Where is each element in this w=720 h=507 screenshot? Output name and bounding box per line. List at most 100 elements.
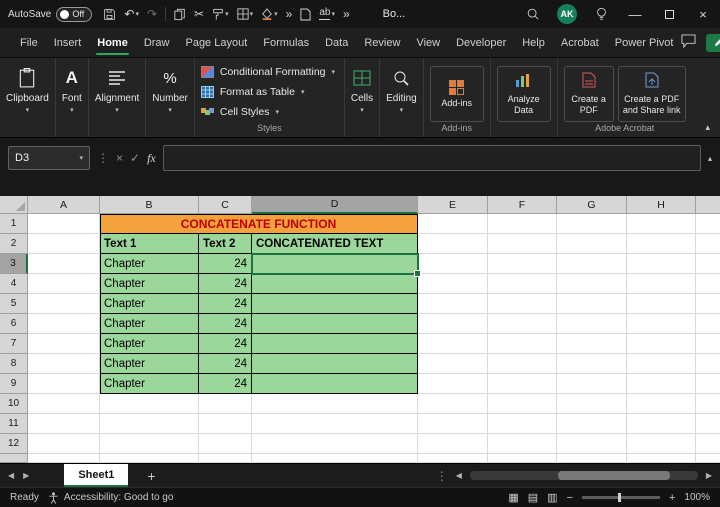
page-break-view-icon[interactable]: ▥ [547,491,557,504]
column-header-c[interactable]: C [199,196,252,214]
cell[interactable] [488,394,557,414]
cell[interactable] [28,414,100,434]
cell[interactable] [28,334,100,354]
cell[interactable] [418,314,488,334]
zoom-slider-thumb[interactable] [617,493,621,502]
cell[interactable]: Chapter [100,334,199,354]
cell[interactable] [557,314,627,334]
cell[interactable] [28,454,100,463]
editing-mode-button[interactable]: ▾ [706,33,720,52]
cell[interactable] [199,394,252,414]
cell[interactable] [557,234,627,254]
cell[interactable]: Chapter [100,254,199,274]
cell[interactable] [696,434,720,454]
tab-home[interactable]: Home [89,28,136,57]
cell[interactable] [627,234,696,254]
tab-developer[interactable]: Developer [448,28,514,57]
cell[interactable] [488,274,557,294]
cell[interactable]: Chapter [100,314,199,334]
cell[interactable] [557,294,627,314]
copy-icon[interactable] [174,8,186,21]
column-header-d[interactable]: D [252,196,418,214]
cell[interactable]: 24 [199,254,252,274]
cell[interactable] [28,434,100,454]
cell[interactable] [28,354,100,374]
cell[interactable] [488,374,557,394]
cell[interactable] [488,254,557,274]
cell[interactable] [418,254,488,274]
cell[interactable] [488,214,557,234]
column-header-h[interactable]: H [627,196,696,214]
conditional-formatting-button[interactable]: Conditional Formatting ▾ [200,62,338,82]
cell[interactable]: 24 [199,294,252,314]
cell[interactable] [627,274,696,294]
cell[interactable]: 24 [199,314,252,334]
cell[interactable] [557,354,627,374]
cell[interactable]: Text 2 [199,234,252,254]
row-header[interactable]: 7 [0,334,28,354]
redo-button[interactable]: ↷ [147,8,157,20]
cell[interactable] [557,454,627,463]
cell[interactable] [252,374,418,394]
cell-styles-button[interactable]: Cell Styles ▾ [200,102,338,122]
tab-data[interactable]: Data [317,28,356,57]
row-header[interactable]: 12 [0,434,28,454]
cell[interactable] [627,294,696,314]
cell[interactable] [28,254,100,274]
accessibility-status[interactable]: Accessibility: Good to go [48,491,173,504]
cell[interactable]: 24 [199,274,252,294]
tab-file[interactable]: File [12,28,46,57]
cell[interactable] [418,354,488,374]
tab-page-layout[interactable]: Page Layout [177,28,255,57]
cell[interactable] [696,394,720,414]
scroll-right-icon[interactable]: ▶ [706,471,712,480]
cell[interactable] [100,434,199,454]
cell[interactable]: Text 1 [100,234,199,254]
overflow-chevrons-icon[interactable]: » [343,8,350,20]
cell[interactable] [488,234,557,254]
cell[interactable]: CONCATENATED TEXT [252,234,418,254]
column-header-f[interactable]: F [488,196,557,214]
cell[interactable] [557,374,627,394]
number-button[interactable]: % Number ▾ [152,66,188,115]
cell[interactable] [252,274,418,294]
cell[interactable] [557,274,627,294]
tab-view[interactable]: View [408,28,448,57]
cell[interactable] [252,294,418,314]
cell[interactable] [488,454,557,463]
tab-review[interactable]: Review [356,28,408,57]
cell[interactable] [557,434,627,454]
cell[interactable] [418,454,488,463]
cell[interactable] [627,374,696,394]
new-document-icon[interactable] [300,8,311,21]
cell[interactable]: 24 [199,334,252,354]
row-header[interactable]: 8 [0,354,28,374]
select-all-button[interactable] [0,196,28,214]
cell[interactable] [199,414,252,434]
comments-icon[interactable] [681,34,696,51]
cell[interactable] [488,314,557,334]
cell[interactable] [696,254,720,274]
cell[interactable]: Chapter [100,274,199,294]
cell[interactable] [28,234,100,254]
format-as-table-button[interactable]: Format as Table ▾ [200,82,338,102]
cell[interactable] [418,234,488,254]
cell[interactable] [627,394,696,414]
confirm-entry-button[interactable]: ✓ [130,151,140,165]
row-header[interactable]: 1 [0,214,28,234]
cell[interactable] [252,354,418,374]
zoom-slider[interactable] [581,493,660,502]
column-header-partial[interactable] [696,196,720,214]
zoom-in-button[interactable]: + [669,492,675,504]
cell[interactable] [488,354,557,374]
cell[interactable] [557,334,627,354]
cut-icon[interactable]: ✂ [194,8,204,20]
cell[interactable] [696,414,720,434]
cell[interactable]: Chapter [100,374,199,394]
cell[interactable] [627,214,696,234]
row-header[interactable]: 5 [0,294,28,314]
previous-sheet-icon[interactable]: ◀ [8,471,14,480]
cell[interactable] [627,354,696,374]
scrollbar-options-icon[interactable]: ⋮ [436,469,448,483]
cancel-entry-button[interactable]: × [116,151,123,165]
